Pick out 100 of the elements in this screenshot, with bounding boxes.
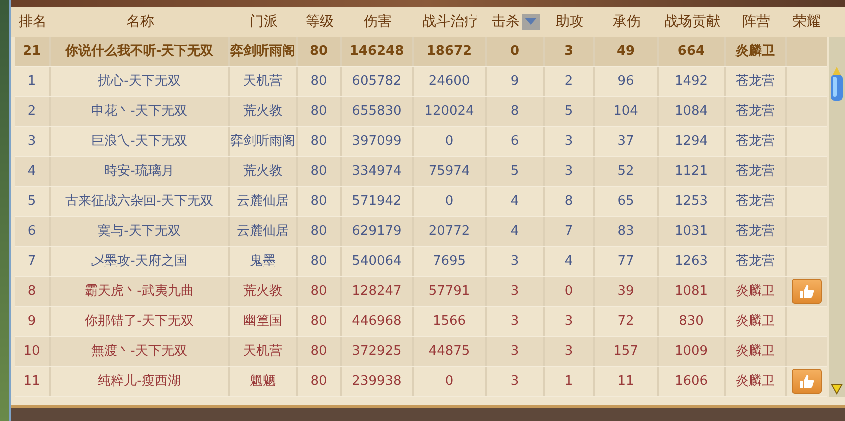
column-header[interactable]: 战斗治疗 (422, 12, 478, 32)
table-cell-text: 80 (310, 312, 328, 331)
sort-down-icon[interactable] (522, 14, 540, 30)
table-cell-text: 1121 (674, 162, 708, 181)
table-cell-text: 寞与-天下无双 (98, 222, 181, 241)
table-cell-text: 77 (618, 252, 634, 271)
column-header[interactable]: 阵营 (742, 12, 770, 32)
table-cell-text: 80 (310, 42, 328, 61)
table-cell-text: 3 (510, 312, 520, 331)
table-cell-text: 446968 (352, 312, 402, 331)
table-cell-text: 39 (618, 282, 634, 301)
table-row[interactable]: 21 你说什么我不听-天下无双 弈剑听雨阁 80 146248 18672 0 3 49 664 炎麟卫 (15, 37, 827, 67)
table-cell-text: 天机营 (244, 72, 282, 91)
table-cell-text: 146248 (350, 42, 404, 61)
table-cell-text: 80 (310, 162, 328, 181)
table-cell-text: 830 (679, 312, 704, 331)
table-cell-text: 3 (510, 282, 520, 301)
table-cell-text: 5 (28, 192, 36, 211)
table-row[interactable]: 6 寞与-天下无双 云麓仙居 80 629179 20772 4 7 83 1031 苍龙营 (15, 217, 827, 247)
table-row[interactable]: 4 時安-琉璃月 荒火教 80 334974 75974 5 3 52 1121 苍龙营 (15, 157, 827, 187)
table-cell-text: 24600 (428, 72, 470, 91)
table-cell-text: 6 (510, 132, 520, 151)
table-cell-text: 1031 (674, 222, 708, 241)
table-cell-text: 3 (510, 372, 520, 391)
column-header[interactable]: 等级 (306, 12, 334, 32)
table-cell-text: 0 (445, 372, 454, 391)
table-row[interactable]: 5 古来征战六杂回-天下无双 云麓仙居 80 571942 0 4 8 65 1253 苍龙营 (15, 187, 827, 217)
table-cell-text: 1606 (674, 372, 708, 391)
table-row[interactable]: 3 巨浪乀-天下无双 弈剑听雨阁 80 397099 0 6 3 37 1294 苍龙营 (15, 127, 827, 157)
table-cell-text: 655830 (352, 102, 402, 121)
table-row[interactable]: 9 你那错了-天下无双 幽篁国 80 446968 1566 3 3 72 830 炎麟卫 (15, 307, 827, 337)
table-cell-text: 80 (310, 72, 328, 91)
table-cell-text: 128247 (352, 282, 402, 301)
table-cell-text: 3 (510, 342, 520, 361)
table-cell-text: 4 (510, 222, 520, 241)
table-cell-text: 4 (28, 162, 36, 181)
table-cell-text: 540064 (352, 252, 402, 271)
table-cell-text: 5 (564, 102, 574, 121)
table-cell-text: 1294 (674, 132, 708, 151)
table-cell-text: 云麓仙居 (237, 192, 289, 211)
table-cell-text: 239938 (352, 372, 402, 391)
scrollbar[interactable] (829, 37, 845, 397)
table-cell-text: 0 (564, 282, 574, 301)
table-cell-text: 1081 (674, 282, 708, 301)
column-header[interactable]: 排名 (19, 12, 47, 32)
table-cell-text: 云麓仙居 (237, 222, 289, 241)
like-button[interactable] (792, 279, 822, 304)
column-header[interactable]: 名称 (126, 12, 154, 32)
column-header[interactable]: 承伤 (613, 12, 641, 32)
table-cell-text: 80 (310, 372, 328, 391)
table-cell-text: 80 (310, 342, 328, 361)
table-cell-text: 1009 (674, 342, 708, 361)
table-cell-text: 52 (618, 162, 634, 181)
table-cell-text: 80 (310, 102, 328, 121)
table-cell-text: 0 (445, 132, 454, 151)
table-cell-text: 72 (618, 312, 634, 331)
table-cell-text: 無渡丶-天下无双 (92, 342, 188, 361)
table-cell-text: 霸天虎丶-武夷九曲 (85, 282, 194, 301)
table-cell-text: 0 (510, 42, 520, 61)
table-row[interactable]: 7 乄墨攻-天府之国 鬼墨 80 540064 7695 3 4 77 1263 苍龙营 (15, 247, 827, 277)
table-cell-text: 扰心-天下无双 (98, 72, 181, 91)
table-row[interactable]: 1 扰心-天下无双 天机营 80 605782 24600 9 2 96 1492 苍龙营 (15, 67, 827, 97)
column-header[interactable]: 战场贡献 (664, 12, 720, 32)
table-cell-text: 幽篁国 (244, 312, 282, 331)
scroll-thumb[interactable] (830, 67, 844, 103)
table-cell-text: 苍龙营 (736, 222, 775, 241)
table-cell-text: 3 (564, 312, 574, 331)
table-cell-text: 4 (510, 192, 520, 211)
thumbs-up-icon (799, 284, 815, 299)
table-cell-text: 2 (564, 72, 574, 91)
column-header[interactable]: 助攻 (556, 12, 584, 32)
table-cell-text: 7 (28, 252, 36, 271)
column-header[interactable]: 门派 (250, 12, 278, 32)
table-row[interactable]: 8 霸天虎丶-武夷九曲 荒火教 80 128247 57791 3 0 39 1081 炎麟卫 (15, 277, 827, 307)
table-cell-text: 3 (564, 42, 574, 61)
table-cell-text: 炎麟卫 (736, 42, 775, 61)
table-cell-text: 3 (564, 342, 574, 361)
table-cell-text: 11 (24, 372, 40, 391)
table-cell-text: 苍龙营 (736, 162, 775, 181)
table-row[interactable]: 10 無渡丶-天下无双 天机营 80 372925 44875 3 3 157 1009 炎麟卫 (15, 337, 827, 367)
table-cell-text: 4 (564, 252, 574, 271)
column-header[interactable]: 伤害 (364, 12, 392, 32)
table-cell-text: 1084 (674, 102, 708, 121)
table-cell-text: 6 (28, 222, 36, 241)
table-row[interactable]: 11 纯粹儿-瘦西湖 魍魉 80 239938 0 3 1 11 1606 炎麟卫 (15, 367, 827, 397)
table-cell-text: 120024 (424, 102, 474, 121)
scroll-down-icon[interactable] (831, 383, 843, 395)
table-cell-text: 75974 (428, 162, 470, 181)
table-cell-text: 乄墨攻-天府之国 (92, 252, 188, 271)
table-cell-text: 37 (618, 132, 634, 151)
like-button[interactable] (792, 369, 822, 394)
table-row[interactable]: 2 申花丶-天下无双 荒火教 80 655830 120024 8 5 104 1084 苍龙营 (15, 97, 827, 127)
column-header[interactable]: 荣耀 (793, 12, 821, 32)
table-cell-text: 18672 (426, 42, 472, 61)
table-cell-text: 荒火教 (244, 282, 282, 301)
table-cell-text: 8 (564, 192, 574, 211)
table-cell-text: 苍龙营 (736, 72, 775, 91)
column-header[interactable]: 击杀 (492, 12, 520, 32)
table-cell-text: 5 (510, 162, 520, 181)
table-cell-text: 664 (678, 42, 706, 61)
